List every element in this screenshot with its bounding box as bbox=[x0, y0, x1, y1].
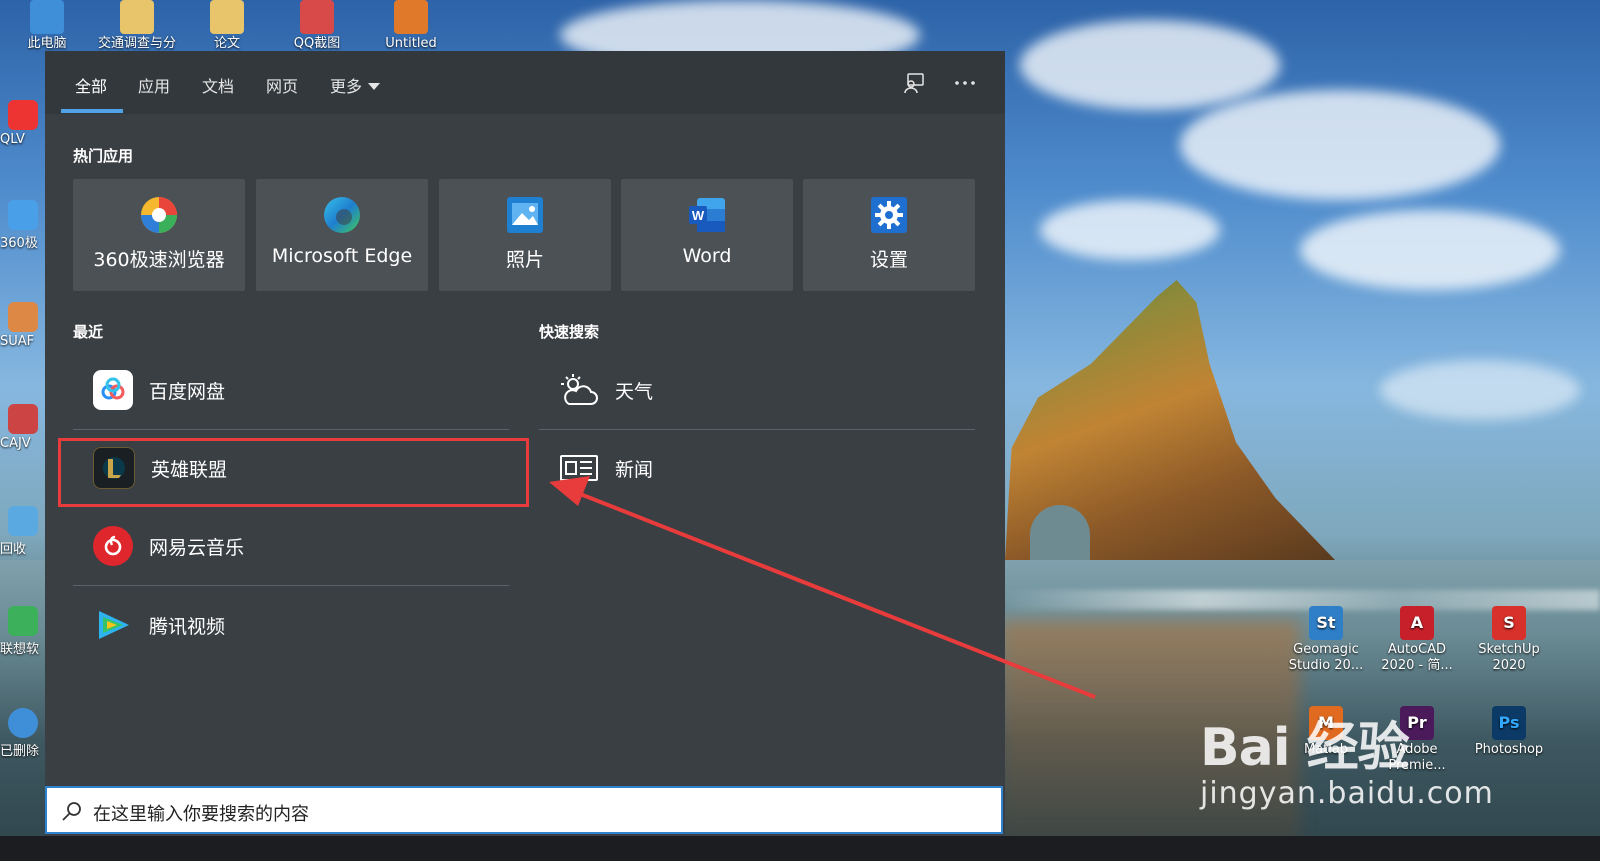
search-icon bbox=[62, 802, 81, 821]
search-placeholder: 在这里输入你要搜索的内容 bbox=[93, 804, 309, 825]
taskbar bbox=[0, 836, 1600, 861]
search-box[interactable]: 在这里输入你要搜索的内容 bbox=[45, 786, 1003, 834]
annotation-arrow bbox=[549, 476, 1096, 699]
